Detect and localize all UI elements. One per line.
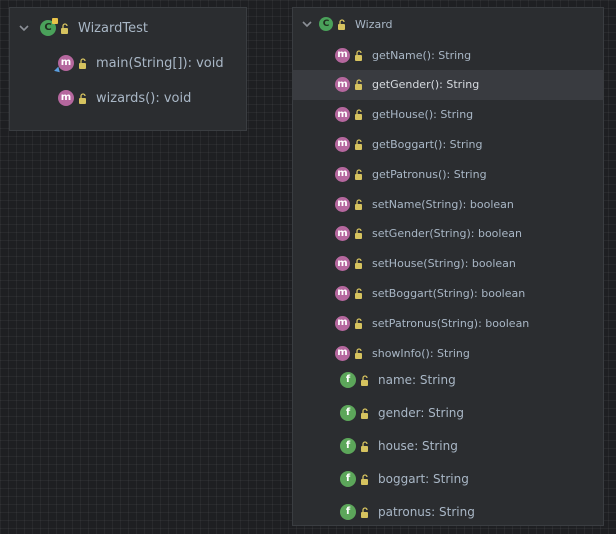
lock-icon <box>354 79 365 91</box>
field-icon: f <box>340 438 356 454</box>
field-label: house: String <box>378 439 458 453</box>
class-row-wizardtest[interactable]: C WizardTest <box>10 18 246 38</box>
method-label: getPatronus(): String <box>372 167 487 181</box>
field-row[interactable]: f gender: String <box>293 398 603 428</box>
lock-icon <box>360 506 371 518</box>
class-name-label: Wizard <box>355 17 393 31</box>
lock-icon <box>360 473 371 485</box>
method-icon: m <box>335 166 350 182</box>
method-row[interactable]: m setBoggart(String): boolean <box>293 278 603 308</box>
method-row[interactable]: m getName(): String <box>293 40 603 70</box>
lock-icon <box>354 169 365 180</box>
structure-panel-wizardtest: C WizardTest m main(String[]): void m wizar… <box>9 7 247 131</box>
method-icon: m <box>54 55 74 75</box>
lock-icon <box>360 374 371 386</box>
lock-icon <box>337 18 348 30</box>
method-row[interactable]: m main(String[]): void <box>10 52 246 75</box>
method-label: setHouse(String): boolean <box>372 257 516 271</box>
field-row[interactable]: f boggart: String <box>293 464 603 494</box>
lock-icon <box>60 22 71 34</box>
field-icon: f <box>340 504 356 520</box>
method-icon: m <box>335 226 350 242</box>
method-row[interactable]: m setPatronus(String): boolean <box>293 308 603 338</box>
field-label: patronus: String <box>378 505 475 519</box>
lock-icon <box>354 228 365 240</box>
chevron-down-icon[interactable] <box>301 18 313 30</box>
method-label: getHouse(): String <box>372 108 474 122</box>
lock-icon <box>354 347 365 359</box>
field-label: name: String <box>378 373 456 387</box>
method-icon: m <box>335 285 350 301</box>
method-row[interactable]: m setHouse(String): boolean <box>293 249 603 279</box>
method-icon: m <box>335 136 350 152</box>
method-row[interactable]: m getPatronus(): String <box>293 159 603 189</box>
method-label: getName(): String <box>372 48 472 62</box>
method-row[interactable]: m setName(String): boolean <box>293 189 603 219</box>
field-row[interactable]: f house: String <box>293 431 603 461</box>
field-icon: f <box>340 405 356 421</box>
field-row[interactable]: f patronus: String <box>293 497 603 527</box>
field-icon: f <box>340 471 356 487</box>
method-row[interactable]: m showInfo(): String <box>293 338 603 368</box>
lock-icon <box>78 92 89 104</box>
class-row-wizard[interactable]: C Wizard <box>293 14 603 34</box>
method-row[interactable]: m setGender(String): boolean <box>293 219 603 249</box>
class-name-label: WizardTest <box>78 20 148 36</box>
lock-icon <box>354 139 365 150</box>
field-row[interactable]: f name: String <box>293 365 603 395</box>
field-label: gender: String <box>378 406 464 420</box>
class-icon: C <box>40 18 58 36</box>
lock-icon <box>354 288 365 299</box>
lock-icon <box>354 198 365 210</box>
method-row[interactable]: m getBoggart(): String <box>293 129 603 159</box>
lock-icon <box>354 318 365 329</box>
method-label: setBoggart(String): boolean <box>372 286 526 300</box>
method-icon: m <box>58 90 74 106</box>
class-icon: C <box>319 17 333 31</box>
method-label: setPatronus(String): boolean <box>372 316 530 330</box>
method-label: setGender(String): boolean <box>372 227 522 241</box>
method-icon: m <box>335 196 350 212</box>
method-icon: m <box>335 315 350 331</box>
method-icon: m <box>335 107 350 123</box>
method-icon: m <box>335 77 350 93</box>
field-icon: f <box>340 372 356 388</box>
method-label: showInfo(): String <box>372 346 470 360</box>
method-row[interactable]: m wizards(): void <box>10 87 246 109</box>
method-label: getBoggart(): String <box>372 137 483 151</box>
field-label: boggart: String <box>378 472 469 486</box>
lock-icon <box>354 49 365 61</box>
method-icon: m <box>335 47 350 63</box>
method-icon: m <box>335 345 350 361</box>
method-label: setName(String): boolean <box>372 197 514 211</box>
lock-icon <box>354 109 365 121</box>
method-row[interactable]: m getGender(): String <box>293 69 603 100</box>
method-label: getGender(): String <box>372 78 480 92</box>
lock-icon <box>354 258 365 270</box>
method-label: wizards(): void <box>96 90 192 106</box>
method-icon: m <box>335 256 350 272</box>
chevron-down-icon[interactable] <box>18 22 30 34</box>
lock-icon <box>360 440 371 452</box>
structure-panel-wizard: C Wizard m getName(): String m getGender():… <box>292 7 604 526</box>
method-label: main(String[]): void <box>96 55 224 71</box>
lock-icon <box>78 57 89 69</box>
method-row[interactable]: m getHouse(): String <box>293 100 603 130</box>
lock-icon <box>360 407 371 419</box>
